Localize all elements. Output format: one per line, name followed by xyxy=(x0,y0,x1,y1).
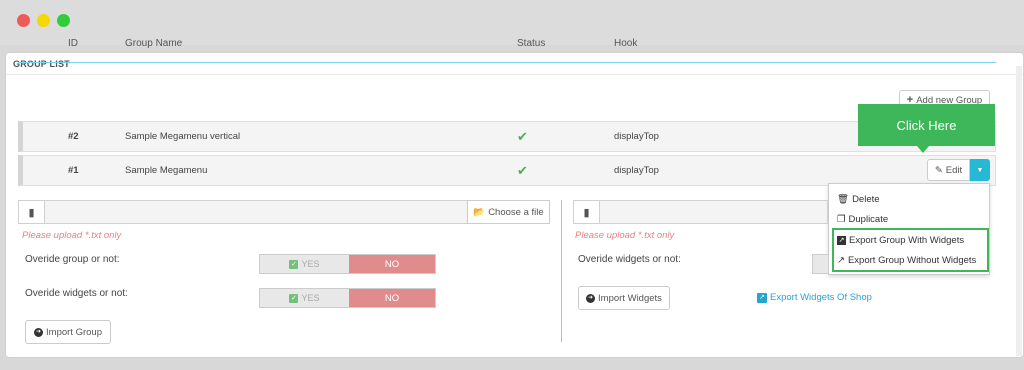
row-group-name: Sample Megamenu xyxy=(125,165,208,176)
upload-warning: Please upload *.txt only xyxy=(575,230,675,241)
table-row[interactable]: #1 Sample Megamenu ✔ displayTop xyxy=(18,155,996,186)
yes-label: YES xyxy=(301,293,320,303)
file-icon: ▮ xyxy=(574,201,600,223)
toggle-yes-option[interactable] xyxy=(813,255,828,273)
click-here-callout: Click Here xyxy=(858,104,995,153)
toggle-no-option[interactable]: NO xyxy=(349,255,435,273)
column-header-id: ID xyxy=(68,38,78,49)
pencil-icon: ✎ xyxy=(934,164,943,176)
row-id: #1 xyxy=(68,165,79,176)
import-group-button[interactable]: ➜ Import Group xyxy=(25,320,111,344)
dropdown-item-export-without-widgets[interactable]: ↗ Export Group Without Widgets xyxy=(837,255,976,266)
yes-label: YES xyxy=(301,259,320,269)
callout-text: Click Here xyxy=(896,117,957,133)
overide-widgets-label: Overide widgets or not: xyxy=(25,288,128,299)
dropdown-item-label: Delete xyxy=(852,194,880,205)
dropdown-item-duplicate[interactable]: ❐ Duplicate xyxy=(837,214,888,225)
overide-group-toggle[interactable]: ✓ YES NO xyxy=(259,254,436,274)
overide-widgets-toggle[interactable]: ✓ YES NO xyxy=(259,288,436,308)
upload-warning: Please upload *.txt only xyxy=(22,230,122,241)
edit-label: Edit xyxy=(945,164,963,176)
dropdown-item-label: Duplicate xyxy=(848,214,889,225)
toggle-no-option[interactable]: NO xyxy=(349,289,435,307)
row-hook: displayTop xyxy=(614,165,659,176)
external-link-icon: ↗ xyxy=(837,255,845,266)
export-widgets-label: Export Widgets Of Shop xyxy=(770,292,872,303)
overide-widgets-label: Overide widgets or not: xyxy=(578,254,681,265)
check-icon: ✔ xyxy=(517,163,528,178)
file-icon: ▮ xyxy=(19,201,45,223)
column-header-hook: Hook xyxy=(614,38,638,49)
minimize-window-button[interactable] xyxy=(37,14,50,27)
check-icon: ✓ xyxy=(289,259,299,269)
dropdown-item-delete[interactable]: 🗑 Delete xyxy=(837,194,880,205)
check-icon: ✓ xyxy=(289,293,299,303)
dropdown-item-label: Export Group With Widgets xyxy=(849,235,965,246)
row-actions-dropdown: 🗑 Delete ❐ Duplicate ↗ Export Group With… xyxy=(828,183,990,275)
overide-widgets-toggle[interactable] xyxy=(812,254,828,274)
choose-file-label: Choose a file xyxy=(488,206,544,218)
check-icon: ✔ xyxy=(517,129,528,144)
import-widgets-button[interactable]: ➜ Import Widgets xyxy=(578,286,670,310)
circle-arrow-icon: ➜ xyxy=(586,293,596,303)
toggle-yes-option[interactable]: ✓ YES xyxy=(260,255,349,273)
header-divider xyxy=(18,62,996,63)
maximize-window-button[interactable] xyxy=(57,14,70,27)
edit-button[interactable]: ✎ Edit xyxy=(927,159,970,181)
folder-icon: 📂 xyxy=(473,206,486,218)
export-icon: ↗ xyxy=(837,236,846,245)
widgets-file-upload[interactable]: ▮ xyxy=(573,200,828,224)
caret-down-icon: ▼ xyxy=(976,166,984,174)
overide-group-label: Overide group or not: xyxy=(25,254,120,265)
row-id: #2 xyxy=(68,131,79,142)
close-window-button[interactable] xyxy=(17,14,30,27)
export-icon: ↗ xyxy=(757,292,767,303)
import-widgets-label: Import Widgets xyxy=(598,292,662,304)
choose-file-button[interactable]: 📂 Choose a file xyxy=(467,200,550,224)
scrollbar[interactable] xyxy=(1016,66,1022,356)
toggle-yes-option[interactable]: ✓ YES xyxy=(260,289,349,307)
dropdown-item-export-with-widgets[interactable]: ↗ Export Group With Widgets xyxy=(837,235,964,246)
trash-icon: 🗑 xyxy=(837,194,850,205)
column-header-group-name: Group Name xyxy=(125,38,183,49)
column-header-status: Status xyxy=(517,38,546,49)
panel-heading: GROUP LIST xyxy=(6,53,1023,75)
table-row[interactable]: #2 Sample Megamenu vertical ✔ displayTop xyxy=(18,121,996,152)
row-group-name: Sample Megamenu vertical xyxy=(125,131,241,142)
section-divider xyxy=(561,200,562,342)
row-actions-dropdown-toggle[interactable]: ▼ xyxy=(970,159,990,181)
circle-arrow-icon: ➜ xyxy=(34,327,44,337)
row-hook: displayTop xyxy=(614,131,659,142)
import-group-label: Import Group xyxy=(46,326,102,338)
export-widgets-link[interactable]: ↗ Export Widgets Of Shop xyxy=(757,292,872,303)
dropdown-item-label: Export Group Without Widgets xyxy=(847,255,977,266)
copy-icon: ❐ xyxy=(837,214,846,225)
